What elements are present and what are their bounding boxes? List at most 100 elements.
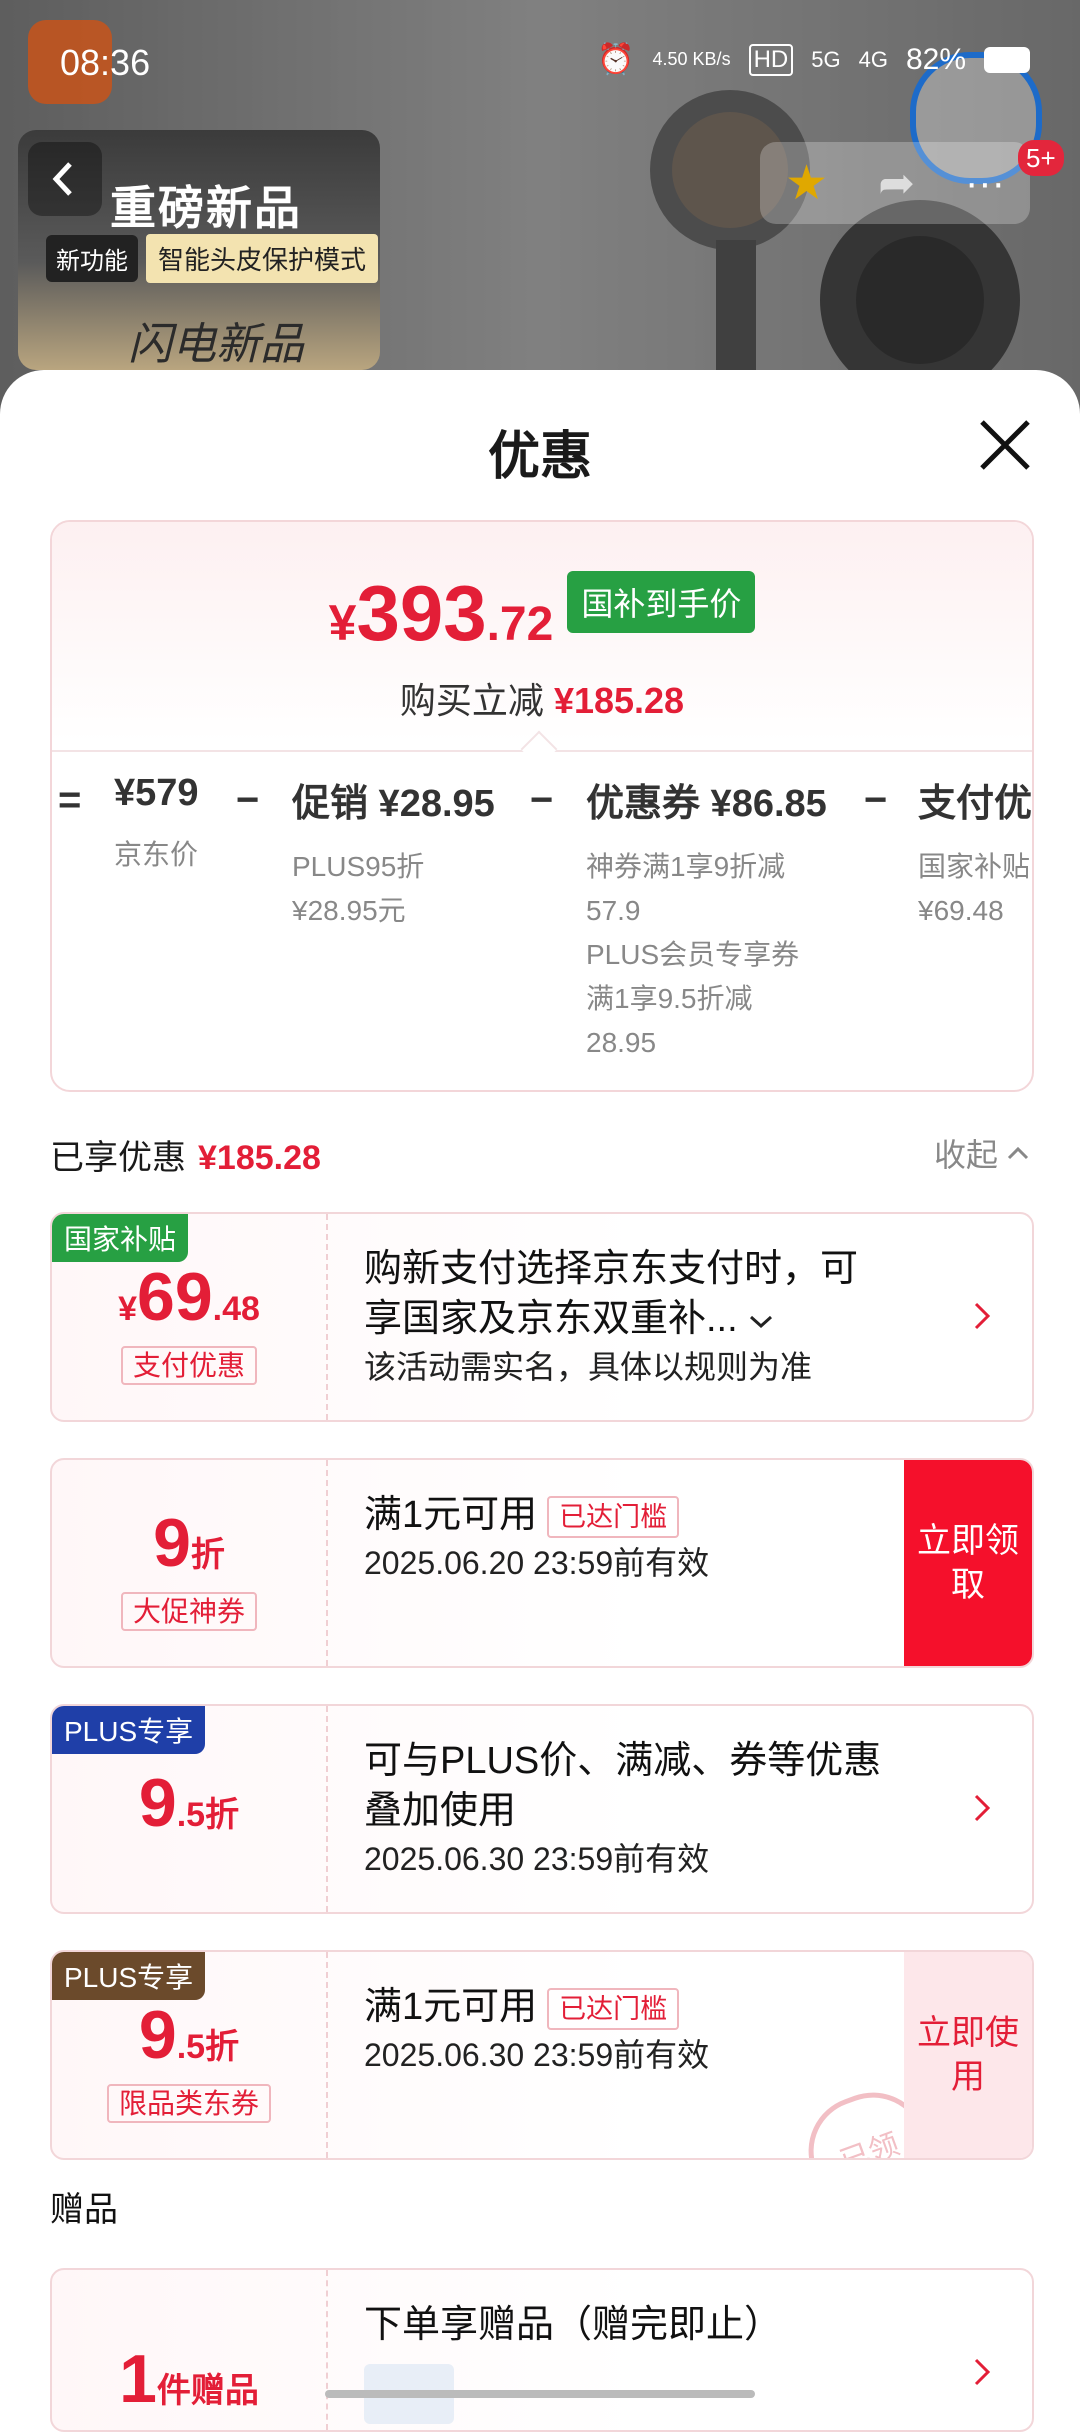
coupon-amount-suffix: .48 [212,1290,260,1328]
breakdown-item-promo: 促销 ¥28.95 PLUS95折 ¥28.95元 [292,772,495,933]
net-speed: 4.50 KB/s [652,49,731,69]
instant-save-label: 购买立减 [399,680,544,721]
coupon-amount-suffix: .5折 [176,1796,240,1834]
breakdown-note-line: ¥28.95元 [292,895,406,926]
price-breakdown[interactable]: = ¥579 京东价 − 促销 ¥28.95 PLUS95折 ¥28.95元 − … [52,772,1032,1072]
promo-script-text: 闪电新品 [128,319,304,370]
coupon-card-promo[interactable]: 9折 大促神券 满1元可用 已达门槛 2025.06.20 23:59前有效 立即… [50,1458,1034,1668]
battery-icon [984,46,1030,73]
breakdown-note: 神券满1享9折减 57.9 PLUS会员专享券 满1享9.5折减 28.95 [586,845,827,1065]
breakdown-note-line: 57.9 [586,895,641,926]
coupon-details: 满1元可用 已达门槛 2025.06.30 23:59前有效 [364,1982,924,2078]
coupon-amount-main: 9 [138,1997,177,2073]
breakdown-note-line: 28.95 [586,1027,657,1058]
signal-5g-icon: 5G [811,46,841,72]
op-equals: = [58,778,82,822]
coupon-currency: ¥ [118,1290,137,1328]
coupon-corner-tag: PLUS专享 [52,1952,206,2000]
breakdown-note-line: 国家补贴 [918,851,1031,882]
gift-section-title: 赠品 [50,2191,118,2229]
close-icon[interactable] [978,418,1032,472]
use-now-button[interactable]: 立即使用 [904,1952,1032,2158]
breakdown-note-line: PLUS会员专享券 [586,939,800,970]
breakdown-note: 京东价 [114,839,199,870]
op-minus: − [530,778,554,822]
coupon-type-text: 大促神券 [120,1592,257,1631]
chevron-down-icon[interactable] [748,1313,774,1331]
coupon-left: 国家补贴 ¥69.48 支付优惠 [52,1214,328,1420]
gift-details: 下单享赠品（赠完即止） [364,2300,924,2424]
coupon-card-subsidy[interactable]: 国家补贴 ¥69.48 支付优惠 购新支付选择京东支付时，可 享国家及京东双重补… [50,1212,1034,1422]
collapse-toggle[interactable]: 收起 [934,1130,1030,1176]
gift-card[interactable]: 1件赠品 下单享赠品（赠完即止） [50,2268,1034,2432]
coupon-left: PLUS专享 9.5折 限品类东券 [52,1952,328,2158]
coupon-title: 购新支付选择京东支付时，可 [364,1248,859,1290]
threshold-chip: 已达门槛 [547,1987,680,2030]
coupon-type-label: 支付优惠 [52,1344,326,1385]
gift-count-label: 件赠品 [156,2372,259,2410]
alarm-icon: ⏰ [597,43,635,76]
coupon-type-label: 限品类东券 [52,2082,326,2123]
breakdown-note: 国家补贴 ¥69.48 [918,845,1032,933]
coupon-title-cont: 享国家及京东双重补... [364,1298,738,1340]
message-count-badge: 5+ [1018,140,1064,176]
breakdown-item-coupon: 优惠券 ¥86.85 神券满1享9折减 57.9 PLUS会员专享券 满1享9.5折减… [586,772,827,1065]
gift-count-number: 1 [119,2341,157,2417]
coupon-type-text: 限品类东券 [106,2084,271,2123]
breakdown-note-line: PLUS95折 [292,851,425,882]
breakdown-item-payment: 支付优惠 国家补贴 ¥69.48 [918,772,1032,933]
applied-amount: ¥185.28 [198,1139,321,1177]
share-icon[interactable]: ➦ [878,158,915,209]
collapse-label: 收起 [933,1137,998,1173]
discount-sheet: 优惠 ¥393.72 国补到手价 购买立减 ¥185.28 = ¥579 京东价 … [0,370,1080,2432]
status-bar: 08:36 ⏰ 4.50 KB/s HD 5G 4G 82% [0,38,1080,88]
back-arrow-icon [52,162,72,196]
more-icon[interactable]: ··· [965,161,1005,206]
coupon-amount-main: 9 [138,1765,177,1841]
op-minus: − [864,778,888,822]
coupon-details: 满1元可用 已达门槛 2025.06.20 23:59前有效 [364,1490,924,1586]
status-time: 08:36 [60,42,151,83]
feature-pill: 新功能 [46,235,138,282]
coupon-title: 可与PLUS价、满减、券等优惠 [364,1740,882,1782]
breakdown-value: 优惠券 ¥86.85 [586,783,827,825]
promo-headline: 重磅新品 [110,182,302,234]
coupon-amount: ¥69.48 [52,1258,326,1336]
chevron-right-icon[interactable] [972,1300,992,1332]
signal-4g-icon: 4G [858,46,888,72]
favorite-star-icon[interactable]: ★ [785,155,828,211]
coupon-card-plus[interactable]: PLUS专享 9.5折 可与PLUS价、满减、券等优惠 叠加使用 2025.06… [50,1704,1034,1914]
op-minus: − [236,778,260,822]
feature-text: 智能头皮保护模式 [146,234,379,283]
instant-save-amount: ¥185.28 [553,680,685,721]
coupon-details: 可与PLUS价、满减、券等优惠 叠加使用 2025.06.30 23:59前有效 [364,1736,924,1882]
gift-left: 1件赠品 [52,2270,328,2430]
coupon-title-cont: 叠加使用 [364,1790,517,1832]
coupon-expiry: 2025.06.20 23:59前有效 [364,1545,710,1581]
hd-icon: HD [748,43,794,76]
coupon-left: 9折 大促神券 [52,1460,328,1666]
threshold-chip: 已达门槛 [547,1495,680,1538]
final-price-decimal: .72 [486,598,554,651]
price-summary-card: ¥393.72 国补到手价 购买立减 ¥185.28 = ¥579 京东价 − 促… [50,520,1034,1092]
breakdown-item-jd-price: ¥579 京东价 [114,772,199,877]
coupon-note: 该活动需实名，具体以规则为准 [364,1349,813,1385]
gift-title: 下单享赠品（赠完即止） [364,2304,783,2346]
home-indicator[interactable] [325,2390,755,2398]
coupon-amount-suffix: 折 [190,1536,225,1574]
sheet-title: 优惠 [487,428,592,486]
coupon-details: 购新支付选择京东支付时，可 享国家及京东双重补... 该活动需实名，具体以规则为… [364,1244,924,1390]
chevron-right-icon[interactable] [972,1792,992,1824]
final-price-row: ¥393.72 国补到手价 [52,568,1032,659]
coupon-title: 满1元可用 已达门槛 [364,1490,924,1540]
claim-now-button[interactable]: 立即领取 [904,1460,1032,1666]
breakdown-value: ¥579 [114,772,199,814]
coupon-card-category[interactable]: PLUS专享 9.5折 限品类东券 满1元可用 已达门槛 2025.06.30 2… [50,1950,1034,2160]
top-action-bar: ★ ➦ ··· [760,142,1030,224]
coupon-left: PLUS专享 9.5折 [52,1706,328,1912]
back-button[interactable] [28,142,102,216]
chevron-right-icon[interactable] [972,2356,992,2388]
coupon-expiry: 2025.06.30 23:59前有效 [364,2037,710,2073]
applied-label: 已享优惠 [50,1139,186,1177]
coupon-corner-tag: PLUS专享 [52,1706,206,1754]
